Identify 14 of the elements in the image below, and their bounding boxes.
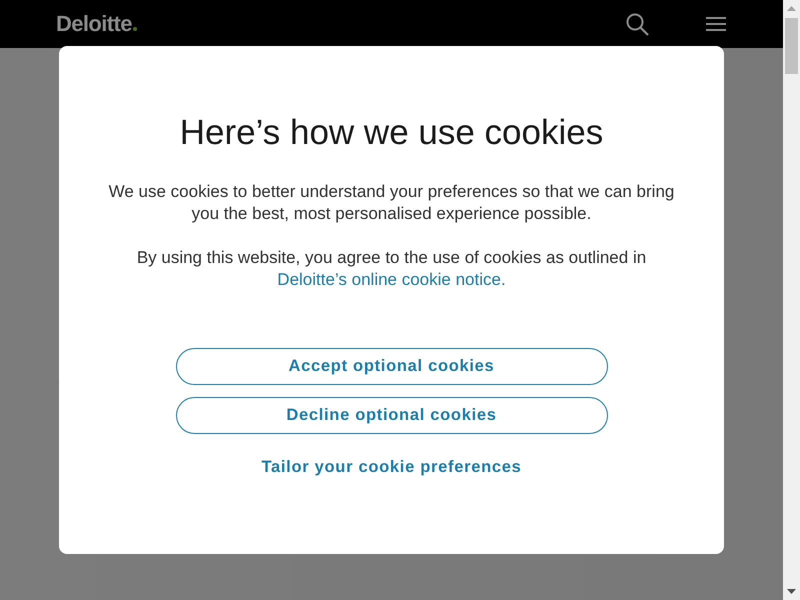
scroll-down-icon[interactable] <box>787 589 796 594</box>
scrollbar-track[interactable] <box>783 0 800 600</box>
logo-dot-icon <box>132 27 137 31</box>
dialog-text: We use cookies to better understand your preferences so that we can bring you the best, most personalised experience possible. <box>108 181 676 225</box>
menu-icon[interactable] <box>706 17 726 31</box>
cookie-choice-button[interactable]: Decline optional cookies <box>176 397 608 434</box>
scrollbar-thumb[interactable] <box>785 18 798 74</box>
cookie-preferences-link[interactable]: Tailor your cookie preferences <box>261 455 522 479</box>
cookie-choice-button[interactable]: Accept optional cookies <box>176 348 608 385</box>
cookie-notice-link[interactable]: Deloitte’s online cookie notice. <box>277 270 506 289</box>
search-icon[interactable] <box>626 12 649 36</box>
logo-text[interactable]: Deloitte <box>56 13 132 35</box>
dialog-text: By using this website, you agree to the use of cookies as outlined in Deloitte’s online cookie notice. <box>136 247 648 291</box>
dialog-title: Here’s how we use cookies <box>180 112 604 154</box>
